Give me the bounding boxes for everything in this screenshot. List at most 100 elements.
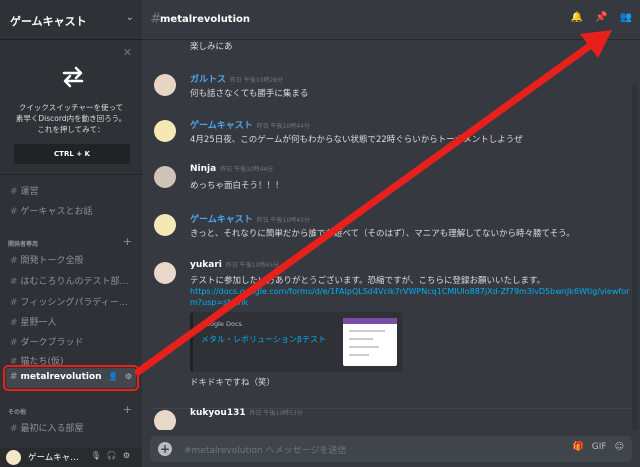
channel-label: はむころりんのテスト部…: [20, 277, 129, 287]
input-toolbar: 🎁 GIF ☺: [565, 442, 624, 452]
channel-item[interactable]: # 運営: [10, 184, 130, 197]
message-author[interactable]: ガルトス 昨日 午後10時28分: [190, 72, 283, 85]
message-timestamp: 昨日 午後10時44分: [220, 166, 274, 173]
sidebar-divider: [0, 174, 142, 175]
hash-icon: #: [10, 207, 18, 217]
message-text: めっちゃ面白そう！！！: [190, 181, 284, 191]
message-timestamp: 昨日 午後10時45分: [256, 217, 310, 224]
message-timestamp: 昨日 午後10時44分: [256, 123, 310, 130]
avatar[interactable]: [6, 450, 21, 465]
switch-arrows-icon: [62, 66, 84, 88]
server-header[interactable]: ゲームキャスト ⌄: [0, 0, 142, 40]
discord-app: ゲームキャスト ⌄ ✕ クイックスイッチャーを使って 素早くDiscord内を動…: [0, 0, 640, 467]
server-name: ゲームキャスト: [10, 15, 87, 28]
avatar[interactable]: [154, 214, 176, 236]
channel-label: ゲーキャスとお話: [20, 207, 93, 217]
user-controls: 🎙🎧⚙: [91, 451, 136, 460]
message-author[interactable]: kukyou131 昨日 午後10時53分: [190, 408, 303, 418]
message-timestamp: 昨日 午後10時45分: [225, 262, 280, 269]
channel-label: 運営: [20, 187, 39, 197]
message-author[interactable]: ゲームキャスト 昨日 午後10時44分: [190, 118, 310, 131]
message-author[interactable]: ゲームキャスト 昨日 午後10時45分: [190, 212, 310, 225]
hash-icon: #: [10, 318, 18, 328]
message-text: 楽しみにあ: [190, 42, 233, 52]
bell-icon[interactable]: 🔔: [571, 12, 583, 23]
message-text: 何も話さなくても勝手に集まる: [190, 89, 309, 99]
hash-icon: #: [10, 256, 18, 266]
embed-title[interactable]: メタル・レボリューションβテスト: [201, 334, 326, 345]
message-author[interactable]: yukari 昨日 午後10時45分: [190, 260, 279, 270]
channel-label: 星野一人: [20, 318, 57, 328]
avatar[interactable]: [154, 74, 176, 96]
author-name: ゲームキャスト: [190, 121, 253, 131]
gif-icon[interactable]: GIF: [592, 442, 607, 452]
hash-icon: #: [10, 277, 18, 287]
message-timestamp: 昨日 午後10時28分: [230, 77, 284, 84]
author-name: ゲームキャスト: [190, 215, 253, 225]
message-text: 4月25日夜、このゲームが何もわからない状態で22時ぐらいからトーナメントしよう…: [190, 135, 523, 145]
upload-plus-icon[interactable]: +: [158, 442, 172, 456]
author-name: yukari: [190, 260, 222, 270]
channel-item[interactable]: # 開発トーク全般: [10, 253, 130, 266]
hash-icon: #: [10, 424, 18, 434]
message-input[interactable]: + #metalrevolution へメッセージを送信 🎁 GIF ☺: [150, 436, 632, 462]
author-name: kukyou131: [190, 408, 246, 418]
user-name: ゲームキャ…: [28, 453, 79, 463]
hash-icon: #: [10, 298, 18, 308]
embed-provider: Google Docs: [201, 320, 242, 328]
highlight-box: [3, 365, 139, 391]
thumbnail-line: [349, 354, 369, 356]
embed-thumbnail[interactable]: [343, 318, 397, 366]
message-list: 楽しみにあ ガルトス 昨日 午後10時28分 何も話さなくても勝手に集まる ゲーム…: [142, 40, 640, 430]
message-text: ドキドキですね（笑）: [190, 378, 276, 388]
switcher-line-1: クイックスイッチャーを使って: [18, 103, 124, 112]
channel-label: 最初に入る部屋: [20, 424, 84, 434]
message-input-placeholder[interactable]: #metalrevolution へメッセージを送信: [184, 443, 346, 456]
avatar[interactable]: [154, 410, 176, 430]
thumbnail-header: [343, 318, 397, 324]
add-channel-icon[interactable]: +: [123, 403, 132, 416]
channel-label: フィッシングパラディー…: [20, 298, 128, 308]
form-link[interactable]: https://docs.google.com/forms/d/e/1FAIpQ…: [190, 286, 630, 308]
close-icon[interactable]: ✕: [123, 46, 132, 59]
switcher-line-2: 素早くDiscord内を動き回ろう。: [15, 114, 127, 123]
channel-sidebar: ゲームキャスト ⌄ ✕ クイックスイッチャーを使って 素早くDiscord内を動…: [0, 0, 142, 467]
channel-item[interactable]: # ダークブラッド: [10, 335, 130, 348]
gear-icon[interactable]: ⚙: [123, 451, 136, 460]
category-header[interactable]: 開発者専用: [8, 239, 38, 248]
mic-icon[interactable]: 🎙: [91, 451, 107, 460]
hash-icon: #: [10, 338, 18, 348]
channel-item[interactable]: # ゲーキャスとお話: [10, 204, 130, 217]
quick-switcher-promo: ✕ クイックスイッチャーを使って 素早くDiscord内を動き回ろう。 これを押…: [6, 46, 136, 166]
pin-icon[interactable]: 📌: [595, 12, 607, 23]
chevron-down-icon[interactable]: ⌄: [126, 12, 134, 23]
author-name: ガルトス: [190, 75, 227, 85]
thumbnail-line: [349, 338, 373, 340]
channel-title: metalrevolution: [160, 14, 251, 25]
add-channel-icon[interactable]: +: [123, 235, 132, 248]
category-header[interactable]: その他: [8, 407, 26, 416]
user-panel: ゲームキャ… 🎙🎧⚙: [0, 448, 142, 467]
channel-item[interactable]: # 最初に入る部屋: [10, 421, 130, 434]
hash-icon: #: [10, 187, 18, 197]
author-name: Ninja: [190, 164, 217, 174]
channel-label: 開発トーク全般: [20, 256, 84, 266]
avatar[interactable]: [154, 262, 176, 284]
emoji-icon[interactable]: ☺: [615, 442, 624, 452]
switcher-line-3: これを押してみて：: [37, 125, 105, 134]
gift-icon[interactable]: 🎁: [573, 442, 584, 452]
message-text: きっと、それなりに簡単だから誰でも遊べて（そのはず）、マニアも理解してないから時…: [190, 229, 575, 239]
members-icon[interactable]: 👥: [620, 12, 632, 23]
avatar[interactable]: [154, 120, 176, 142]
avatar[interactable]: [154, 166, 176, 188]
thumbnail-line: [349, 346, 379, 348]
message-author[interactable]: Ninja 昨日 午後10時44分: [190, 164, 273, 174]
channel-item[interactable]: # 星野一人: [10, 315, 130, 328]
quick-switcher-button[interactable]: CTRL + K: [14, 144, 130, 164]
channel-item[interactable]: # はむころりんのテスト部…: [10, 274, 130, 287]
thumbnail-line: [349, 330, 385, 332]
headphones-icon[interactable]: 🎧: [107, 451, 123, 460]
scrollbar[interactable]: [632, 84, 638, 430]
message-text: テストに参加したい方ありがとうございます。恐縮ですが、こちらに登録お願いいたしま…: [190, 276, 546, 286]
channel-item[interactable]: # フィッシングパラディー…: [10, 295, 130, 308]
